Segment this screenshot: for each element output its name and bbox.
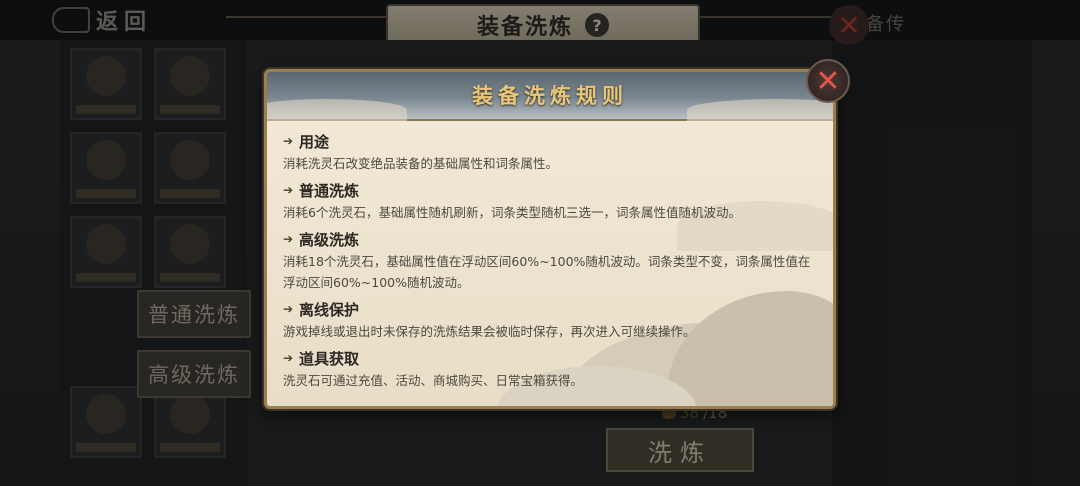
- dialog-header: 装备洗炼规则: [267, 72, 833, 121]
- rule-section: ➔ 普通洗炼 消耗6个洗灵石，基础属性随机刷新，词条类型随机三选一，词条属性值随机…: [283, 178, 818, 223]
- arrow-bullet-icon: ➔: [283, 232, 294, 246]
- rule-text: 消耗6个洗灵石，基础属性随机刷新，词条类型随机三选一，词条属性值随机波动。: [283, 205, 741, 220]
- rule-title: 普通洗炼: [299, 181, 360, 200]
- arrow-bullet-icon: ➔: [283, 302, 294, 316]
- rule-section: ➔ 道具获取 洗灵石可通过充值、活动、商城购买、日常宝箱获得。: [283, 346, 818, 391]
- arrow-bullet-icon: ➔: [283, 134, 294, 148]
- arrow-bullet-icon: ➔: [283, 351, 294, 365]
- rule-section: ➔ 高级洗炼 消耗18个洗灵石，基础属性值在浮动区间60%~100%随机波动。词条…: [283, 227, 818, 293]
- dialog-title: 装备洗炼规则: [472, 84, 628, 108]
- rule-text: 洗灵石可通过充值、活动、商城购买、日常宝箱获得。: [283, 373, 584, 388]
- rule-section: ➔ 用途 消耗洗灵石改变绝品装备的基础属性和词条属性。: [283, 129, 818, 174]
- rule-title: 用途: [299, 132, 330, 151]
- rules-list: ➔ 用途 消耗洗灵石改变绝品装备的基础属性和词条属性。 ➔ 普通洗炼 消耗6个洗灵石…: [283, 129, 818, 395]
- arrow-bullet-icon: ➔: [283, 183, 294, 197]
- rule-title: 道具获取: [299, 349, 360, 368]
- rule-title: 高级洗炼: [299, 230, 360, 249]
- rule-section: ➔ 离线保护 游戏掉线或退出时未保存的洗炼结果会被临时保存，再次进入可继续操作。: [283, 297, 818, 342]
- rule-text: 消耗洗灵石改变绝品装备的基础属性和词条属性。: [283, 156, 559, 171]
- rule-text: 游戏掉线或退出时未保存的洗炼结果会被临时保存，再次进入可继续操作。: [283, 324, 696, 339]
- rules-dialog: 装备洗炼规则 ➔ 用途 消耗洗灵石改变绝品装备的基础属性和词条属性。 ➔ 普通洗炼 …: [264, 69, 836, 409]
- rule-title: 离线保护: [299, 300, 360, 319]
- close-icon[interactable]: ✕: [806, 59, 850, 103]
- dialog-body: ➔ 用途 消耗洗灵石改变绝品装备的基础属性和词条属性。 ➔ 普通洗炼 消耗6个洗灵石…: [267, 121, 833, 406]
- rule-text: 消耗18个洗灵石，基础属性值在浮动区间60%~100%随机波动。词条类型不变，词…: [283, 254, 811, 290]
